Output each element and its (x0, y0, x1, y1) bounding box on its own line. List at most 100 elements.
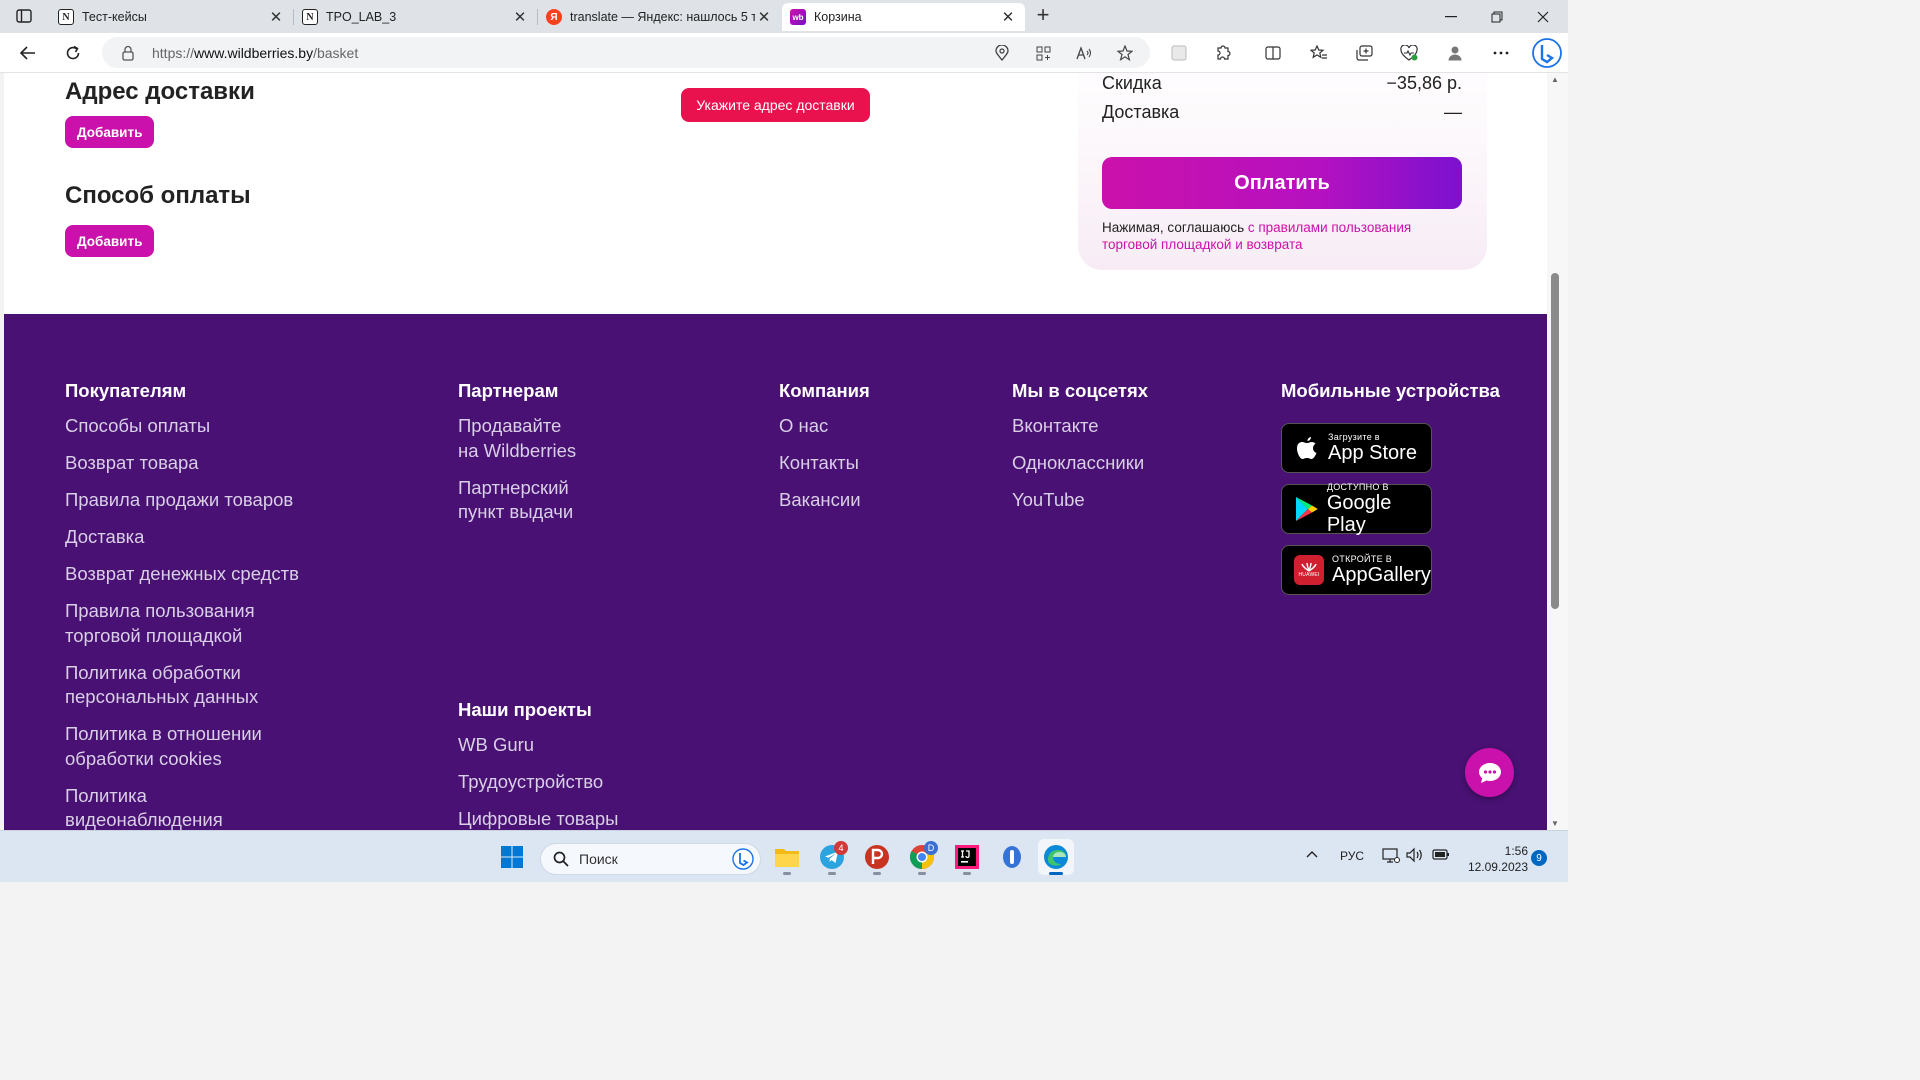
close-icon[interactable]: ✕ (511, 8, 529, 26)
tab-yandex-translate[interactable]: Я translate — Яндекс: нашлось 5 т ✕ (538, 3, 781, 31)
scroll-up-icon[interactable]: ▲ (1550, 75, 1560, 84)
close-icon[interactable]: ✕ (267, 8, 285, 26)
footer-link-delivery[interactable]: Доставка (65, 525, 299, 550)
close-icon[interactable]: ✕ (999, 8, 1017, 26)
app-store-button[interactable]: Загрузите в App Store (1281, 423, 1432, 473)
footer-mobile-heading: Мобильные устройства (1281, 380, 1500, 401)
footer-projects-heading: Наши проекты (458, 699, 592, 720)
google-play-button[interactable]: ДОСТУПНО В Google Play (1281, 482, 1432, 536)
footer-link-cctv-policy[interactable]: Политика видеонаблюдения (65, 784, 299, 831)
footer-link-vacancies[interactable]: Вакансии (779, 488, 870, 513)
location-pin-icon[interactable] (991, 43, 1013, 63)
footer-link-refunds[interactable]: Возврат денежных средств (65, 562, 299, 587)
footer-link-contacts[interactable]: Контакты (779, 451, 870, 476)
discount-row: Скидка −35,86 р. (1102, 73, 1462, 94)
footer-link-about[interactable]: О нас (779, 414, 870, 439)
delivery-label: Доставка (1102, 102, 1180, 122)
footer-link-wb-guru[interactable]: WB Guru (458, 733, 618, 758)
more-menu-icon[interactable] (1486, 39, 1516, 67)
delivery-address-heading: Адрес доставки (65, 78, 255, 105)
read-aloud-icon[interactable] (1073, 43, 1095, 63)
restore-button[interactable] (1474, 0, 1520, 33)
footer-link-youtube[interactable]: YouTube (1012, 488, 1148, 513)
minimize-button[interactable] (1428, 0, 1474, 33)
add-payment-button[interactable]: Добавить (65, 225, 155, 257)
taskbar-presentation-app[interactable] (859, 839, 895, 875)
windows-taskbar: Поиск 4 D РУС 1:56 12.09.2023 9 (0, 830, 1568, 882)
taskbar-intellij[interactable] (949, 839, 985, 875)
specify-address-button[interactable]: Укажите адрес доставки (681, 88, 870, 122)
presentation-app-icon (865, 845, 889, 869)
tab-actions-icon[interactable] (8, 5, 40, 27)
start-button[interactable] (494, 839, 530, 875)
intellij-icon (955, 845, 979, 869)
footer-link-marketplace-rules[interactable]: Правила пользования торговой площадкой (65, 599, 299, 648)
notification-badge[interactable]: 9 (1531, 850, 1547, 866)
extensions-icon[interactable] (1209, 39, 1239, 67)
footer-link-ok[interactable]: Одноклассники (1012, 451, 1148, 476)
tab-title: Тест-кейсы (82, 10, 147, 24)
favorites-icon[interactable] (1304, 39, 1334, 67)
volume-icon[interactable] (1406, 847, 1424, 866)
footer-link-sell-on-wb[interactable]: Продавайте на Wildberries (458, 414, 576, 463)
add-address-button[interactable]: Добавить (65, 116, 155, 148)
app-gallery-label: AppGallery (1332, 564, 1431, 586)
split-screen-icon[interactable] (1258, 39, 1288, 67)
tracking-prevention-icon[interactable] (1164, 39, 1194, 67)
profile-icon[interactable] (1440, 39, 1470, 67)
google-play-icon (1294, 496, 1319, 522)
google-play-label: Google Play (1326, 492, 1392, 536)
tray-overflow-icon[interactable] (1306, 847, 1318, 861)
back-arrow-icon[interactable] (13, 39, 43, 67)
page-scrollbar[interactable]: ▲ ▼ (1547, 73, 1568, 830)
tab-basket[interactable]: wb Корзина ✕ (782, 3, 1025, 31)
bing-copilot-icon[interactable] (1530, 36, 1564, 70)
favorite-star-icon[interactable] (1114, 43, 1136, 63)
tab-tpo-lab[interactable]: N TPO_LAB_3 ✕ (294, 3, 538, 31)
taskbar-blue-app[interactable] (994, 839, 1030, 875)
taskbar-clock[interactable]: 1:56 12.09.2023 (1458, 843, 1528, 875)
pay-button[interactable]: Оплатить (1102, 157, 1462, 209)
url-text[interactable]: https://www.wildberries.by/basket (152, 45, 358, 61)
footer-link-pickup-point[interactable]: Партнерский пункт выдачи (458, 476, 576, 525)
taskbar-search[interactable]: Поиск (540, 843, 761, 875)
scroll-down-icon[interactable]: ▼ (1550, 819, 1560, 828)
battery-icon[interactable] (1432, 847, 1450, 864)
close-window-button[interactable] (1520, 0, 1566, 33)
taskbar-chrome[interactable]: D (904, 839, 940, 875)
footer-link-sales-rules[interactable]: Правила продажи товаров (65, 488, 299, 513)
footer-company-column: Компания О нас Контакты Вакансии (779, 380, 870, 525)
browser-essentials-icon[interactable] (1394, 39, 1424, 67)
delivery-row: Доставка — (1102, 102, 1462, 123)
collections-icon[interactable] (1349, 39, 1379, 67)
new-tab-button[interactable]: + (1030, 4, 1056, 27)
chat-button[interactable] (1465, 748, 1514, 797)
lock-icon[interactable] (120, 45, 136, 61)
taskbar-edge[interactable] (1038, 839, 1074, 875)
app-gallery-button[interactable]: HUAWEI ОТКРОЙТЕ В AppGallery (1281, 545, 1432, 595)
edge-icon (1044, 845, 1068, 869)
taskbar-telegram[interactable]: 4 (814, 839, 850, 875)
footer-link-jobs[interactable]: Трудоустройство (458, 770, 618, 795)
footer-link-digital-goods[interactable]: Цифровые товары (458, 807, 618, 830)
apps-icon[interactable] (1032, 43, 1054, 63)
payment-method-heading: Способ оплаты (65, 182, 251, 209)
footer-link-returns[interactable]: Возврат товара (65, 451, 299, 476)
close-icon[interactable]: ✕ (755, 8, 773, 26)
network-icon[interactable] (1382, 847, 1400, 866)
footer-link-payment-methods[interactable]: Способы оплаты (65, 414, 299, 439)
notion-icon: N (302, 9, 318, 25)
chrome-profile-badge: D (924, 841, 938, 855)
tab-strip: N Тест-кейсы ✕ N TPO_LAB_3 ✕ Я translate… (0, 0, 1568, 33)
footer-link-privacy-policy[interactable]: Политика обработки персональных данных (65, 661, 299, 710)
input-language[interactable]: РУС (1340, 849, 1364, 863)
footer-link-cookies-policy[interactable]: Политика в отношении обработки cookies (65, 722, 299, 771)
taskbar-file-explorer[interactable] (769, 839, 805, 875)
refresh-icon[interactable] (58, 39, 88, 67)
scrollbar-thumb[interactable] (1551, 273, 1559, 609)
discount-value: −35,86 р. (1386, 73, 1462, 93)
tab-test-cases[interactable]: N Тест-кейсы ✕ (50, 3, 294, 31)
address-bar[interactable]: https://www.wildberries.by/basket (102, 37, 1150, 68)
footer-mobile-column: Мобильные устройства (1281, 380, 1500, 414)
footer-link-vk[interactable]: Вконтакте (1012, 414, 1148, 439)
